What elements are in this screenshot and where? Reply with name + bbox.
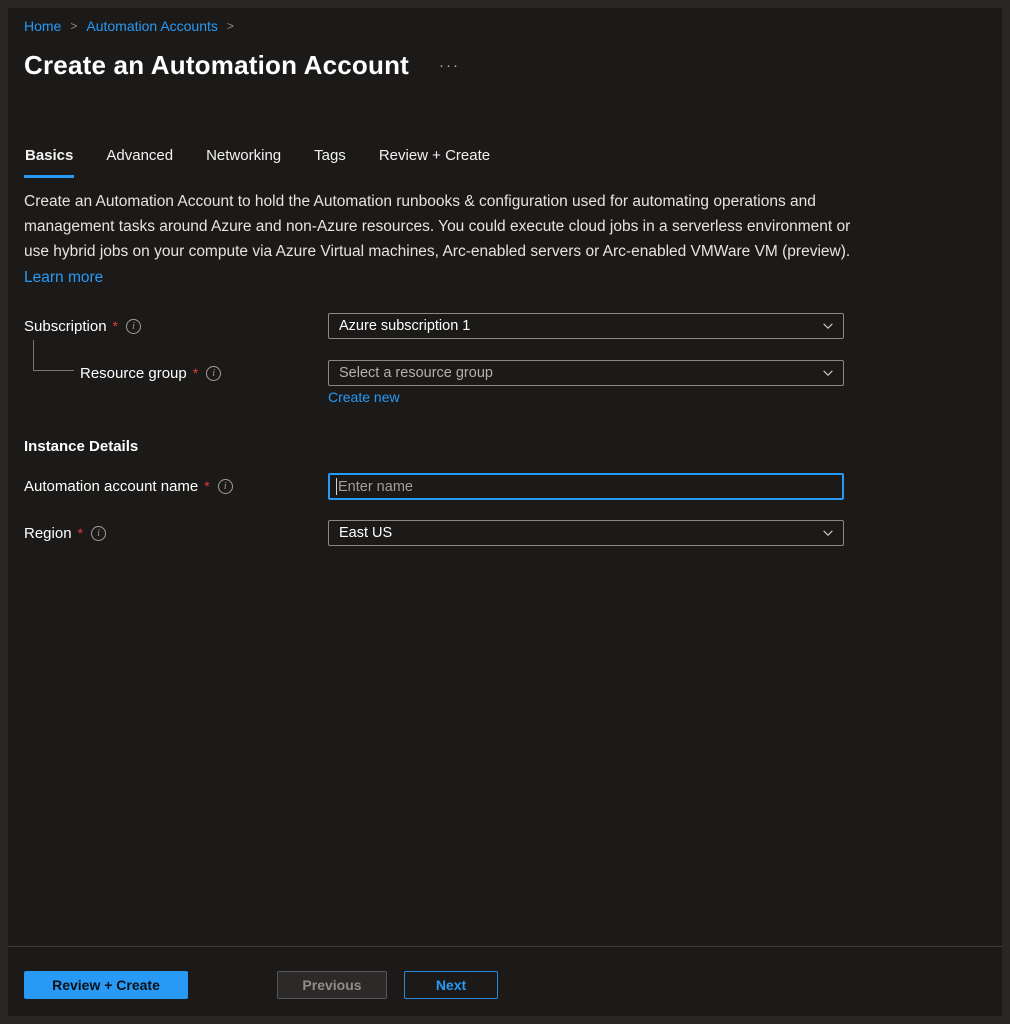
- region-label: Region: [24, 525, 72, 542]
- required-asterisk: *: [204, 478, 209, 494]
- previous-button[interactable]: Previous: [277, 971, 387, 999]
- region-dropdown[interactable]: East US: [328, 520, 844, 546]
- breadcrumb-automation-accounts-link[interactable]: Automation Accounts: [86, 18, 218, 34]
- region-label-row: Region * i: [24, 520, 106, 546]
- page-title: Create an Automation Account: [24, 50, 409, 81]
- subscription-dropdown-value: Azure subscription 1: [339, 318, 470, 334]
- tab-advanced[interactable]: Advanced: [105, 147, 174, 178]
- create-new-resource-group-link[interactable]: Create new: [328, 389, 400, 405]
- create-automation-account-page: Home > Automation Accounts > Create an A…: [8, 8, 1002, 1016]
- next-button[interactable]: Next: [404, 971, 498, 999]
- breadcrumb-home-link[interactable]: Home: [24, 18, 61, 34]
- more-options-ellipsis-icon[interactable]: ···: [435, 55, 464, 76]
- tab-networking[interactable]: Networking: [205, 147, 282, 178]
- resource-group-dropdown-placeholder: Select a resource group: [339, 365, 493, 381]
- instance-details-heading: Instance Details: [24, 438, 138, 455]
- basics-form: Subscription * i Azure subscription 1 Re…: [24, 313, 854, 563]
- account-name-label-row: Automation account name * i: [24, 473, 233, 499]
- wizard-footer: Review + Create Previous Next: [8, 946, 1002, 1016]
- breadcrumb-separator-icon: >: [70, 19, 77, 33]
- wizard-tabs: Basics Advanced Networking Tags Review +…: [24, 147, 491, 178]
- subscription-label: Subscription: [24, 318, 107, 335]
- intro-text: Create an Automation Account to hold the…: [24, 193, 850, 260]
- subscription-label-row: Subscription * i: [24, 313, 141, 339]
- required-asterisk: *: [193, 365, 198, 381]
- info-icon[interactable]: i: [218, 479, 233, 494]
- resource-group-label: Resource group: [80, 365, 187, 382]
- chevron-down-icon: [821, 526, 835, 540]
- tab-tags[interactable]: Tags: [313, 147, 347, 178]
- azure-portal-window: Home > Automation Accounts > Create an A…: [0, 0, 1010, 1024]
- info-icon[interactable]: i: [206, 366, 221, 381]
- account-name-label: Automation account name: [24, 478, 198, 495]
- chevron-down-icon: [821, 366, 835, 380]
- required-asterisk: *: [78, 525, 83, 541]
- tab-basics[interactable]: Basics: [24, 147, 74, 178]
- learn-more-link[interactable]: Learn more: [24, 265, 103, 290]
- chevron-down-icon: [821, 319, 835, 333]
- info-icon[interactable]: i: [126, 319, 141, 334]
- region-dropdown-value: East US: [339, 525, 392, 541]
- breadcrumb: Home > Automation Accounts >: [24, 18, 234, 34]
- account-name-input[interactable]: [328, 473, 844, 500]
- page-header: Create an Automation Account ···: [24, 50, 464, 81]
- resource-group-label-row: Resource group * i: [80, 360, 221, 386]
- info-icon[interactable]: i: [91, 526, 106, 541]
- indent-connector-line: [33, 340, 74, 371]
- breadcrumb-separator-icon: >: [227, 19, 234, 33]
- tab-review-create[interactable]: Review + Create: [378, 147, 491, 178]
- required-asterisk: *: [113, 318, 118, 334]
- text-cursor: [336, 478, 337, 495]
- account-name-input-wrap: [328, 473, 844, 500]
- review-create-button[interactable]: Review + Create: [24, 971, 188, 999]
- intro-description: Create an Automation Account to hold the…: [24, 189, 856, 290]
- subscription-dropdown[interactable]: Azure subscription 1: [328, 313, 844, 339]
- resource-group-dropdown[interactable]: Select a resource group: [328, 360, 844, 386]
